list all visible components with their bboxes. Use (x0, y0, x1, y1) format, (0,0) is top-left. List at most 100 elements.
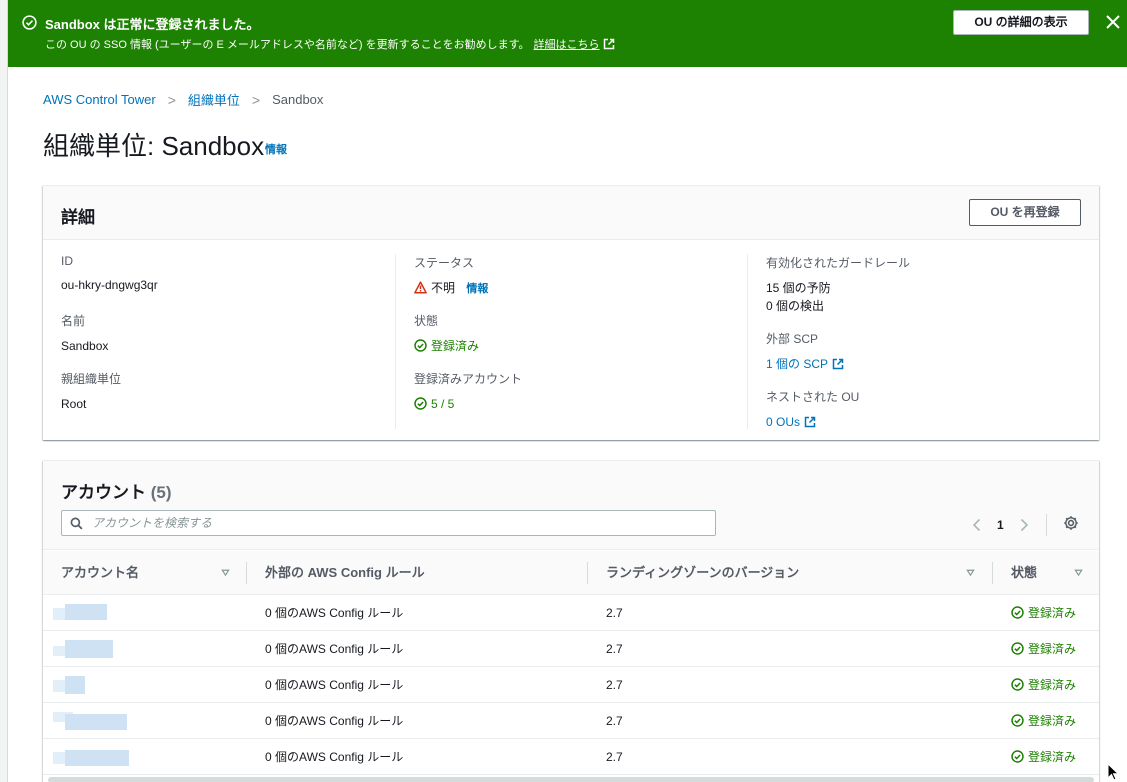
redacted-account-name (53, 746, 203, 768)
config-rules-cell: 0 個のAWS Config ルール (265, 642, 404, 656)
sort-down-icon[interactable] (1074, 568, 1083, 577)
nested-ou-label: ネストされた OU (766, 390, 860, 404)
flash-title: Sandbox は正常に登録されました。 (45, 17, 260, 32)
status-text: 不明 (431, 281, 456, 295)
column-external-config-rules[interactable]: 外部の AWS Config ルール (265, 551, 425, 595)
column-state[interactable]: 状態 (1011, 551, 1037, 595)
table-row: 0 個のAWS Config ルール 2.7 登録済み (43, 595, 1099, 631)
enrolled-accounts-value: 5 / 5 (414, 395, 522, 413)
view-ou-details-button[interactable]: OU の詳細の表示 (953, 10, 1089, 35)
check-circle-icon (414, 397, 427, 410)
table-row: 0 個のAWS Config ルール 2.7 登録済み (43, 739, 1099, 775)
column-divider (395, 254, 396, 429)
breadcrumb-current: Sandbox (272, 92, 324, 107)
breadcrumb: AWS Control Tower > 組織単位 > Sandbox (43, 90, 323, 109)
reregister-ou-button[interactable]: OU を再登録 (969, 199, 1081, 226)
external-link-icon (804, 416, 816, 428)
details-column-2: ステータス 不明 情報 状態 登録済み 登録済みアカウント 5 / 5 (414, 254, 522, 428)
external-scp-link[interactable]: 1 個の SCP (766, 355, 910, 373)
chevron-right-icon: > (167, 91, 176, 108)
table-row: 0 個のAWS Config ルール 2.7 登録済み (43, 631, 1099, 667)
details-column-1: ID ou-hkry-dngwg3qr 名前 Sandbox 親組織単位 Roo… (61, 254, 158, 428)
pagination: 1 (971, 514, 1047, 536)
config-rules-cell: 0 個のAWS Config ルール (265, 606, 404, 620)
page-info-link[interactable]: 情報 (265, 141, 287, 157)
status-value: 不明 情報 (414, 279, 522, 298)
breadcrumb-control-tower[interactable]: AWS Control Tower (43, 92, 156, 107)
id-label: ID (61, 254, 73, 268)
state-cell: 登録済み (1011, 595, 1076, 631)
search-icon (70, 517, 83, 530)
success-flashbar: Sandbox は正常に登録されました。 この OU の SSO 情報 (ユーザ… (8, 0, 1127, 67)
external-scp-text[interactable]: 1 個の SCP (766, 357, 828, 371)
accounts-panel: アカウント (5) 1 アカウント名 外部の AWS Config ルール ラン… (43, 460, 1099, 782)
gear-icon[interactable] (1063, 515, 1079, 531)
state-text: 登録済み (1028, 642, 1077, 656)
accounts-header: アカウント (5) 1 (43, 461, 1099, 550)
state-cell: 登録済み (1011, 739, 1076, 775)
guardrails-label: 有効化されたガードレール (766, 256, 911, 270)
version-cell: 2.7 (606, 606, 623, 620)
guardrails-detective: 0 個の検出 (766, 299, 825, 313)
redacted-account-name (53, 674, 203, 696)
id-value: ou-hkry-dngwg3qr (61, 278, 158, 292)
table-row: 0 個のAWS Config ルール 2.7 登録済み (43, 703, 1099, 739)
redacted-account-name (53, 710, 203, 732)
nested-ou-text[interactable]: 0 OUs (766, 415, 800, 429)
state-text: 登録済み (1028, 606, 1077, 620)
version-cell: 2.7 (606, 750, 623, 764)
redacted-account-name (53, 602, 203, 624)
check-circle-icon (1011, 678, 1024, 691)
flash-message-text: この OU の SSO 情報 (ユーザーの E メールアドレスや名前など) を更… (45, 39, 530, 51)
column-divider (747, 254, 748, 429)
enrolled-accounts-text: 5 / 5 (431, 397, 455, 411)
warning-icon (414, 281, 427, 294)
breadcrumb-organizational-units[interactable]: 組織単位 (188, 90, 240, 109)
horizontal-scrollbar[interactable] (48, 777, 1094, 782)
column-divider (992, 562, 993, 584)
pager-divider (1045, 514, 1047, 536)
chevron-left-icon[interactable] (971, 518, 983, 532)
account-search[interactable] (61, 510, 716, 536)
state-value: 登録済み (414, 337, 522, 355)
column-landing-zone-version[interactable]: ランディングゾーンのバージョン (606, 551, 799, 595)
page-title: 組織単位: Sandbox (43, 131, 265, 161)
page-number[interactable]: 1 (997, 518, 1004, 532)
chevron-right-icon[interactable] (1018, 518, 1030, 532)
version-cell: 2.7 (606, 678, 623, 692)
column-account-name[interactable]: アカウント名 (61, 551, 139, 595)
version-cell: 2.7 (606, 642, 623, 656)
state-cell: 登録済み (1011, 631, 1076, 667)
status-info-link[interactable]: 情報 (466, 283, 488, 295)
state-text: 登録済み (1028, 750, 1077, 764)
check-circle-icon (1011, 750, 1024, 763)
sort-down-icon[interactable] (221, 568, 230, 577)
table-header: アカウント名 外部の AWS Config ルール ランディングゾーンのバージョ… (43, 551, 1099, 595)
external-link-icon (832, 358, 844, 370)
nested-ou-link[interactable]: 0 OUs (766, 413, 910, 431)
details-column-3: 有効化されたガードレール 15 個の予防 0 個の検出 外部 SCP 1 個の … (766, 254, 910, 446)
external-scp-label: 外部 SCP (766, 332, 819, 346)
redacted-account-name (53, 638, 203, 660)
search-input[interactable] (92, 514, 692, 532)
details-heading: 詳細 (61, 208, 95, 227)
config-rules-cell: 0 個のAWS Config ルール (265, 714, 404, 728)
state-cell: 登録済み (1011, 703, 1076, 739)
state-text: 登録済み (431, 339, 480, 353)
accounts-heading: アカウント (5) (61, 478, 172, 503)
mouse-cursor-icon (1107, 763, 1119, 781)
column-divider (587, 562, 588, 584)
close-icon[interactable] (1104, 13, 1122, 31)
sort-down-icon[interactable] (966, 568, 975, 577)
state-cell: 登録済み (1011, 667, 1076, 703)
state-text: 登録済み (1028, 678, 1077, 692)
state-text: 登録済み (1028, 714, 1077, 728)
guardrails-preventive: 15 個の予防 (766, 281, 831, 295)
parent-ou-label: 親組織単位 (61, 372, 122, 386)
chevron-right-icon: > (251, 91, 261, 108)
flash-learn-more-link[interactable]: 詳細はこちら (534, 39, 600, 51)
details-panel: 詳細 OU を再登録 ID ou-hkry-dngwg3qr 名前 Sandbo… (43, 185, 1099, 440)
check-circle-icon (414, 339, 427, 352)
status-label: ステータス (414, 256, 475, 270)
check-circle-icon (1011, 642, 1024, 655)
